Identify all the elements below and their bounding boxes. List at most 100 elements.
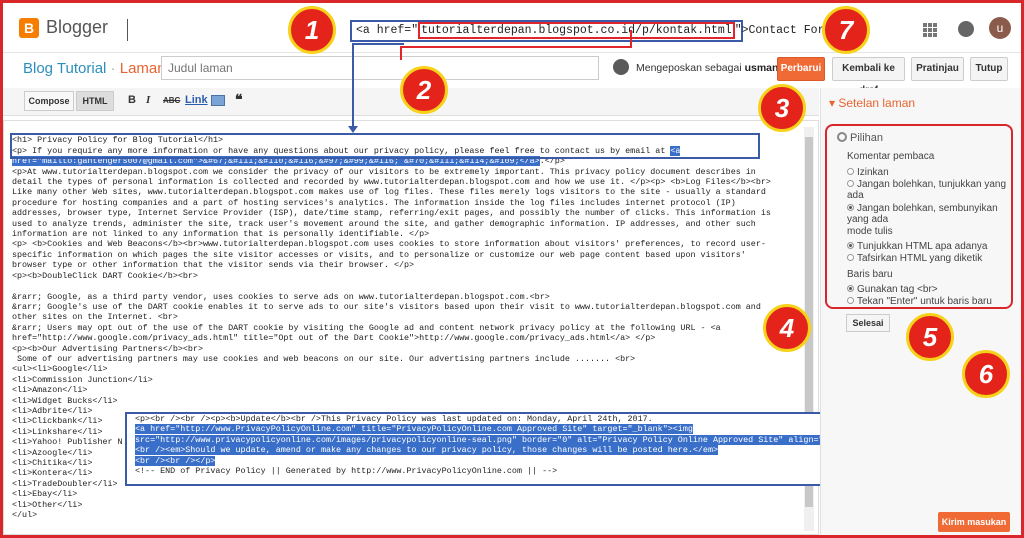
footer-selected: <a href="http://www.PrivacyPolicyOnline.… — [135, 424, 693, 435]
radio-newline-enter[interactable]: Tekan "Enter" untuk baris baru — [847, 296, 992, 307]
code-line: used to analyze trends, administer the s… — [12, 218, 756, 229]
code-line: detail the types of personal information… — [12, 177, 771, 188]
footer-selected: <br /><br /></p> — [135, 455, 216, 466]
radio-comments-block-hide[interactable]: Jangan bolehkan, sembunyikan yang ada — [847, 203, 1013, 225]
code-line: </ul> — [12, 510, 38, 521]
code-line: <li>Other</li> — [12, 499, 83, 510]
code-line: <li>Commission Junction</li> — [12, 374, 153, 385]
code-line: <li>Amazon</li> — [12, 385, 88, 396]
footer-line: <p><br /><br /><p><b>Update</b><br />Thi… — [135, 414, 653, 424]
page-title-input[interactable] — [161, 56, 599, 80]
radio-write-mode-literal[interactable]: Tunjukkan HTML apa adanya — [847, 241, 987, 252]
callout-badge-3: 3 — [758, 84, 806, 132]
done-button[interactable]: Selesai — [846, 314, 890, 332]
compose-mode-button[interactable]: Compose — [24, 91, 74, 111]
settings-title[interactable]: ▾ Setelan laman — [829, 96, 915, 110]
annotation-arrow — [352, 43, 404, 45]
strikethrough-button[interactable]: ABC — [163, 96, 180, 105]
code-line: <p><b>DoubleClick DART Cookie</b><br> — [12, 270, 198, 281]
radio-icon[interactable] — [847, 180, 854, 187]
code-line: <p>At www.tutorialterdepan.blogspot.com … — [12, 166, 756, 177]
radio-selected-icon[interactable] — [847, 242, 854, 249]
link-button[interactable]: Link — [185, 94, 208, 106]
radio-newline-br[interactable]: Gunakan tag <br> — [847, 284, 938, 295]
poster-info: Mengeposkan sebagai usman mr — [636, 62, 795, 74]
html-mode-button[interactable]: HTML — [76, 91, 114, 111]
footer-selected: <br /><em>Should we update, amend or mak… — [135, 445, 718, 456]
annotation-arrow-head — [348, 126, 358, 133]
selected-email-highlight — [10, 133, 760, 159]
blog-name[interactable]: Blog Tutorial — [23, 60, 106, 77]
callout-badge-6: 6 — [962, 350, 1010, 398]
annotation-connector — [630, 30, 632, 48]
href-url: tutorialterdepan.blogspot.co.id/p/kontak… — [418, 22, 735, 39]
footer-line: <br /><em>Should we update, amend or mak… — [135, 445, 889, 456]
radio-label: Tafsirkan HTML yang diketik — [857, 253, 983, 264]
callout-badge-1: 1 — [288, 6, 336, 54]
radio-selected-icon[interactable] — [847, 285, 854, 292]
code-line: &rarr; Google, as a third party vendor, … — [12, 291, 550, 302]
image-icon[interactable] — [211, 95, 225, 106]
annotation-connector — [400, 46, 632, 48]
poster-avatar — [613, 59, 629, 75]
footer-line: <a href="http://www.PrivacyPolicyOnline.… — [135, 424, 889, 435]
code-line: <li>Widget Bucks</li> — [12, 395, 118, 406]
callout-badge-4: 4 — [763, 304, 811, 352]
radio-write-mode-interpret[interactable]: Tafsirkan HTML yang diketik — [847, 253, 982, 264]
footer-selected: src="http://www.privacypolicyonline.com/… — [135, 434, 889, 445]
radio-icon[interactable] — [847, 297, 854, 304]
bold-button[interactable]: B — [128, 94, 136, 106]
code-line: <p><b>Our Advertising Partners</b><br> — [12, 343, 203, 354]
comments-label: Komentar pembaca — [847, 151, 935, 162]
notifications-icon[interactable] — [958, 21, 974, 37]
code-line: <ul><li>Google</li> — [12, 364, 108, 375]
options-heading[interactable]: Pilihan — [837, 132, 883, 144]
close-button[interactable]: Tutup — [970, 57, 1008, 81]
radio-label: Tunjukkan HTML apa adanya — [857, 241, 988, 252]
code-line: addresses, browser type, Internet Servic… — [12, 208, 771, 219]
code-line: &rarr; Users may opt out of the use of t… — [12, 322, 721, 333]
radio-label: Gunakan tag <br> — [857, 284, 938, 295]
write-mode-label: mode tulis — [847, 226, 893, 237]
radio-selected-icon[interactable] — [847, 204, 854, 211]
radio-comments-block-show[interactable]: Jangan bolehkan, tunjukkan yang ada — [847, 179, 1013, 201]
gear-icon — [837, 132, 847, 142]
avatar[interactable]: u — [989, 17, 1011, 39]
annotation-arrow — [352, 43, 354, 129]
preview-button[interactable]: Pratinjau — [911, 57, 964, 81]
options-heading-text: Pilihan — [850, 132, 884, 144]
app-name[interactable]: Blogger — [46, 17, 108, 38]
code-line: other sites on the Internet. <br> — [12, 312, 178, 323]
callout-badge-7: 7 — [822, 6, 870, 54]
breadcrumb: Blog Tutorial · Laman — [23, 60, 166, 77]
radio-icon[interactable] — [847, 168, 854, 175]
radio-icon[interactable] — [847, 254, 854, 261]
code-line: Like many other Web sites, www.tutorialt… — [12, 187, 766, 198]
quote-icon[interactable]: ❝ — [235, 91, 243, 108]
footer-code[interactable]: <p><br /><br /><p><b>Update</b><br />Thi… — [135, 414, 889, 476]
send-feedback-button[interactable]: Kirim masukan — [938, 512, 1010, 532]
newline-label: Baris baru — [847, 269, 893, 280]
code-line: <li>Ebay</li> — [12, 489, 78, 500]
apps-grid-icon[interactable] — [923, 23, 937, 37]
href-prefix: <a href=" — [356, 24, 419, 37]
radio-label: Izinkan — [857, 167, 889, 178]
code-line: href="http://www.google.com/privacy_ads.… — [12, 333, 656, 344]
blogger-logo-icon[interactable]: B — [19, 18, 39, 38]
settings-title-text: Setelan laman — [838, 96, 916, 110]
title-row: Blog Tutorial · Laman Mengeposkan sebaga… — [3, 53, 1021, 96]
callout-badge-5: 5 — [906, 313, 954, 361]
footer-line: <!-- END of Privacy Policy || Generated … — [135, 466, 558, 477]
revert-to-draft-button[interactable]: Kembali ke draf — [832, 57, 905, 96]
radio-comments-allow[interactable]: Izinkan — [847, 167, 889, 178]
footer-line: src="http://www.privacypolicyonline.com/… — [135, 434, 889, 445]
code-line: Some of our advertising partners may use… — [12, 353, 636, 364]
footer-line: <br /><br /></p> — [135, 455, 889, 466]
section-name: Laman — [119, 60, 166, 77]
radio-label: Jangan bolehkan, tunjukkan yang ada — [847, 179, 1007, 201]
italic-button[interactable]: I — [146, 94, 150, 106]
radio-label: Tekan "Enter" untuk baris baru — [857, 296, 992, 307]
update-button[interactable]: Perbarui — [777, 57, 825, 81]
breadcrumb-separator: · — [110, 60, 116, 77]
